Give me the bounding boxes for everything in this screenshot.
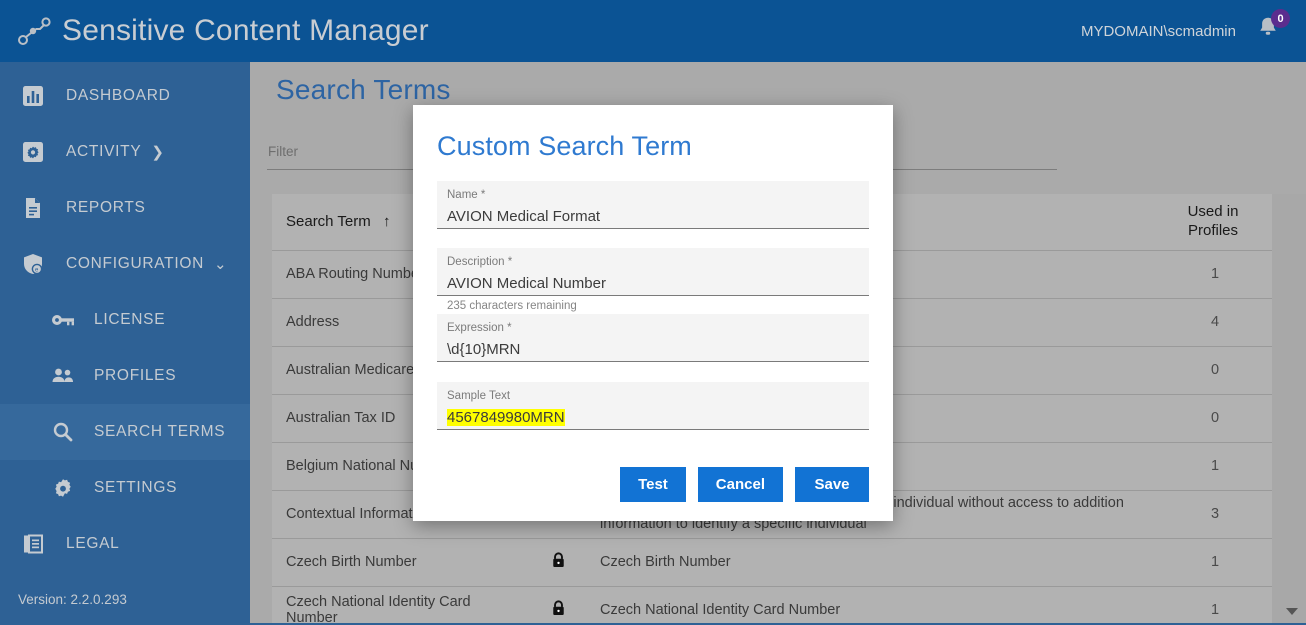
chevron-down-icon[interactable] — [1286, 608, 1298, 615]
cell-lock — [530, 586, 586, 623]
table-vertical-scrollbar[interactable] — [1272, 194, 1306, 623]
app-version-label: Version: 2.2.0.293 — [18, 592, 127, 607]
notification-badge: 0 — [1271, 9, 1290, 28]
current-user-label: MYDOMAIN\scmadmin — [1081, 23, 1236, 40]
cell-used-in-profiles: 3 — [1158, 490, 1272, 538]
cell-used-in-profiles: 1 — [1158, 442, 1272, 490]
app-window: Sensitive Content Manager MYDOMAIN\scmad… — [0, 0, 1306, 625]
sample-text-field-label: Sample Text — [447, 390, 859, 403]
sidebar-item-search-terms[interactable]: SEARCH TERMS — [0, 404, 250, 460]
brand[interactable]: Sensitive Content Manager — [0, 11, 429, 51]
sidebar-item-activity[interactable]: ACTIVITY ❯ — [0, 124, 250, 180]
sidebar-item-label: PROFILES — [94, 367, 176, 385]
sample-text-field-value: 4567849980MRN — [447, 409, 859, 426]
name-field-label: Name * — [447, 189, 859, 202]
chart-bar-icon — [16, 79, 50, 113]
cell-used-in-profiles: 4 — [1158, 298, 1272, 346]
cell-used-in-profiles: 1 — [1158, 250, 1272, 298]
description-field-value: AVION Medical Number — [447, 275, 859, 292]
custom-search-term-dialog: Custom Search Term Name * AVION Medical … — [413, 105, 893, 521]
node-graph-icon — [14, 11, 54, 51]
column-header-used-in-profiles[interactable]: Used inProfiles — [1158, 194, 1272, 250]
chevron-right-icon: ❯ — [151, 143, 164, 161]
lock-icon — [549, 551, 568, 570]
sidebar-item-label: SEARCH TERMS — [94, 423, 225, 441]
cell-used-in-profiles: 0 — [1158, 346, 1272, 394]
dialog-title: Custom Search Term — [437, 105, 869, 162]
characters-remaining-hint: 235 characters remaining — [437, 300, 869, 312]
cell-search-term: Czech Birth Number — [272, 538, 530, 586]
notifications-button[interactable]: 0 — [1254, 14, 1284, 48]
sidebar-item-label: LICENSE — [94, 311, 165, 329]
chevron-down-icon: ⌄ — [214, 255, 227, 273]
sidebar-item-license[interactable]: LICENSE — [0, 292, 250, 348]
cancel-button[interactable]: Cancel — [698, 467, 783, 502]
search-icon — [46, 415, 80, 449]
cell-used-in-profiles: 1 — [1158, 538, 1272, 586]
cell-lock — [530, 538, 586, 586]
sidebar-item-label: REPORTS — [66, 199, 146, 217]
expression-field[interactable]: Expression * \d{10}MRN — [437, 314, 869, 362]
document-icon — [16, 191, 50, 225]
sidebar-item-label: CONFIGURATION — [66, 255, 204, 273]
table-row[interactable]: Czech National Identity Card Number Czec… — [272, 586, 1272, 623]
sidebar-item-settings[interactable]: SETTINGS — [0, 460, 250, 516]
expression-field-label: Expression * — [447, 322, 859, 335]
activity-gear-icon — [16, 135, 50, 169]
sidebar-item-label: LEGAL — [66, 535, 119, 553]
sidebar-item-legal[interactable]: LEGAL — [0, 516, 250, 572]
description-field-label: Description * — [447, 256, 859, 269]
cell-search-term: Czech National Identity Card Number — [272, 586, 530, 623]
column-label: Search Term — [286, 213, 371, 230]
sidebar: DASHBOARD ACTIVITY ❯ — [0, 62, 250, 625]
cell-used-in-profiles: 1 — [1158, 586, 1272, 623]
cell-description: Czech National Identity Card Number — [586, 586, 1158, 623]
sample-text-highlight: 4567849980MRN — [447, 409, 565, 426]
sort-arrow-up-icon: ↑ — [383, 213, 391, 230]
dialog-actions: Test Cancel Save — [437, 467, 869, 502]
sidebar-item-configuration[interactable]: e CONFIGURATION ⌄ — [0, 236, 250, 292]
save-button[interactable]: Save — [795, 467, 869, 502]
description-field[interactable]: Description * AVION Medical Number — [437, 248, 869, 296]
name-field-value: AVION Medical Format — [447, 208, 859, 225]
gear-icon — [46, 471, 80, 505]
sidebar-item-profiles[interactable]: PROFILES — [0, 348, 250, 404]
svg-text:e: e — [35, 268, 39, 274]
page-title: Search Terms — [276, 74, 451, 106]
key-icon — [46, 303, 80, 337]
sidebar-item-label: DASHBOARD — [66, 87, 170, 105]
app-title: Sensitive Content Manager — [62, 14, 429, 48]
sidebar-item-dashboard[interactable]: DASHBOARD — [0, 68, 250, 124]
expression-field-value: \d{10}MRN — [447, 341, 859, 358]
people-icon — [46, 359, 80, 393]
test-button[interactable]: Test — [620, 467, 686, 502]
sidebar-item-label: ACTIVITY — [66, 143, 141, 161]
sidebar-item-label: SETTINGS — [94, 479, 177, 497]
shield-lock-icon: e — [16, 247, 50, 281]
name-field[interactable]: Name * AVION Medical Format — [437, 181, 869, 229]
cell-used-in-profiles: 0 — [1158, 394, 1272, 442]
sidebar-item-reports[interactable]: REPORTS — [0, 180, 250, 236]
sample-text-field[interactable]: Sample Text 4567849980MRN — [437, 382, 869, 430]
cell-description: Czech Birth Number — [586, 538, 1158, 586]
top-app-bar: Sensitive Content Manager MYDOMAIN\scmad… — [0, 0, 1306, 62]
table-row[interactable]: Czech Birth Number Czech Birth Number 1 — [272, 538, 1272, 586]
top-bar-right: MYDOMAIN\scmadmin 0 — [1081, 14, 1306, 48]
lock-icon — [549, 599, 568, 618]
book-icon — [16, 527, 50, 561]
